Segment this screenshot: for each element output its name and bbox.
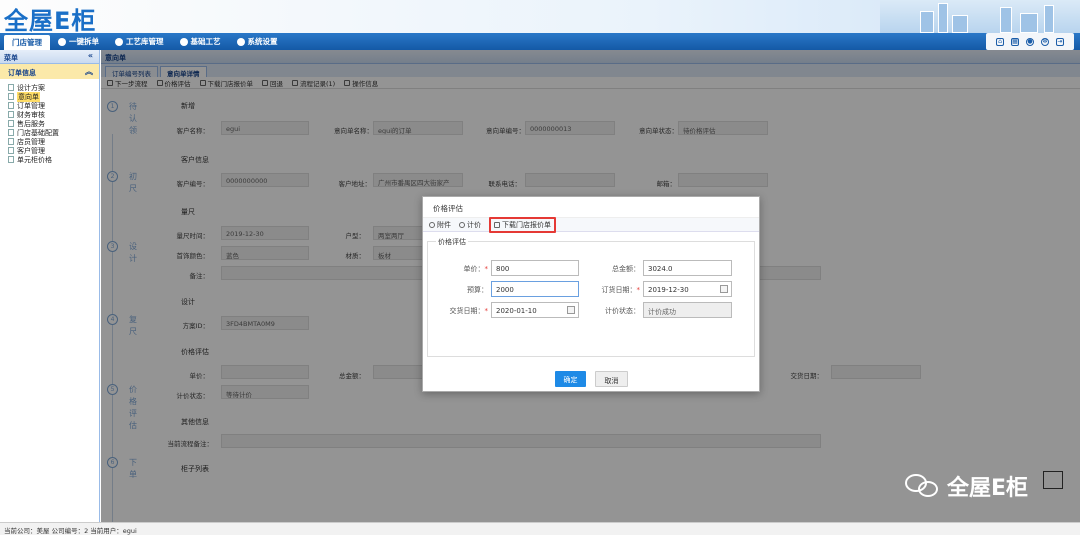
header-banner: 全屋E柜 xyxy=(0,0,1080,35)
calendar-icon[interactable] xyxy=(567,306,575,314)
calendar-icon[interactable]: ▦ xyxy=(1011,37,1019,46)
price-fieldset: 价格评估 单价：* 800 总金额： 3024.0 预算： 2000 订货日期：… xyxy=(427,237,755,357)
document-icon xyxy=(8,147,14,154)
chevron-up-icon[interactable]: ︽ xyxy=(85,66,93,77)
confirm-button[interactable]: 确定 xyxy=(555,371,586,387)
document-icon xyxy=(8,111,14,118)
nav-one-click-split[interactable]: 一键拆单 xyxy=(50,33,107,50)
download-quote-dialog-button[interactable]: 下载门店报价单 xyxy=(489,216,556,233)
status-bar: 当前公司：美屋 公司编号：2 当前用户：egui xyxy=(0,522,1080,535)
gear-icon[interactable]: ✻ xyxy=(1041,37,1049,46)
dialog-toolbar: 附件 计价 下载门店报价单 xyxy=(423,216,759,233)
settings-icon xyxy=(236,37,245,46)
order-date-input[interactable]: 2019-12-30 xyxy=(643,281,732,297)
budget-input[interactable]: 2000 xyxy=(491,281,579,297)
sidebar-item-unit-price[interactable]: 单元柜价格 xyxy=(8,155,99,164)
main-nav: 门店管理 一键拆单 工艺库管理 基础工艺 系统设置 ⌂ ▦ ● ✻ ⇥ xyxy=(0,33,1080,50)
document-icon xyxy=(8,120,14,127)
cancel-button[interactable]: 取消 xyxy=(595,371,628,387)
calendar-icon[interactable] xyxy=(720,285,728,293)
top-right-icons: ⌂ ▦ ● ✻ ⇥ xyxy=(986,33,1074,50)
sidebar-header: 菜单 « xyxy=(0,50,99,64)
exit-icon[interactable]: ⇥ xyxy=(1056,37,1064,46)
nav-system-settings[interactable]: 系统设置 xyxy=(229,33,286,50)
banner-skyline xyxy=(880,0,1080,33)
total-input[interactable]: 3024.0 xyxy=(643,260,732,276)
nav-store-management[interactable]: 门店管理 xyxy=(4,35,50,50)
unit-price-input[interactable]: 800 xyxy=(491,260,579,276)
nav-basic-process[interactable]: 基础工艺 xyxy=(172,33,229,50)
fieldset-legend: 价格评估 xyxy=(436,237,468,247)
collapse-icon[interactable]: « xyxy=(88,51,93,60)
document-icon xyxy=(8,156,14,163)
calc-icon xyxy=(459,221,465,228)
calc-button[interactable]: 计价 xyxy=(459,220,481,230)
app-logo: 全屋E柜 xyxy=(4,7,97,35)
dialog-title: 价格评估 xyxy=(423,197,759,218)
price-status-input[interactable]: 计价成功 xyxy=(643,302,732,318)
sidebar-section[interactable]: 订单信息 ︽ xyxy=(0,64,99,79)
document-icon xyxy=(8,138,14,145)
document-icon xyxy=(8,129,14,136)
attach-icon xyxy=(429,221,435,228)
download-icon xyxy=(494,221,500,228)
check-circle-icon xyxy=(115,37,123,46)
watermark-right: 全屋E柜 xyxy=(905,470,1028,502)
nav-process-library[interactable]: 工艺库管理 xyxy=(107,33,172,50)
document-icon xyxy=(8,84,14,91)
user-icon[interactable]: ● xyxy=(1026,37,1034,46)
sidebar-tree: 设计方案 意向单 订单管理 财务审核 售后服务 门店基础配置 店员管理 客户管理… xyxy=(0,79,99,164)
document-icon xyxy=(8,93,14,100)
check-circle-icon xyxy=(58,37,66,46)
document-icon xyxy=(8,102,14,109)
gear-icon xyxy=(179,37,188,46)
wechat-icon xyxy=(905,472,941,500)
delivery-date-input[interactable]: 2020-01-10 xyxy=(491,302,579,318)
price-eval-dialog: 价格评估 附件 计价 下载门店报价单 价格评估 单价：* 800 总金额： 30… xyxy=(422,196,760,392)
home-icon[interactable]: ⌂ xyxy=(996,37,1004,46)
corner-box xyxy=(1043,471,1063,489)
sidebar: 菜单 « 订单信息 ︽ 设计方案 意向单 订单管理 财务审核 售后服务 门店基础… xyxy=(0,50,100,522)
attach-button[interactable]: 附件 xyxy=(429,220,451,230)
